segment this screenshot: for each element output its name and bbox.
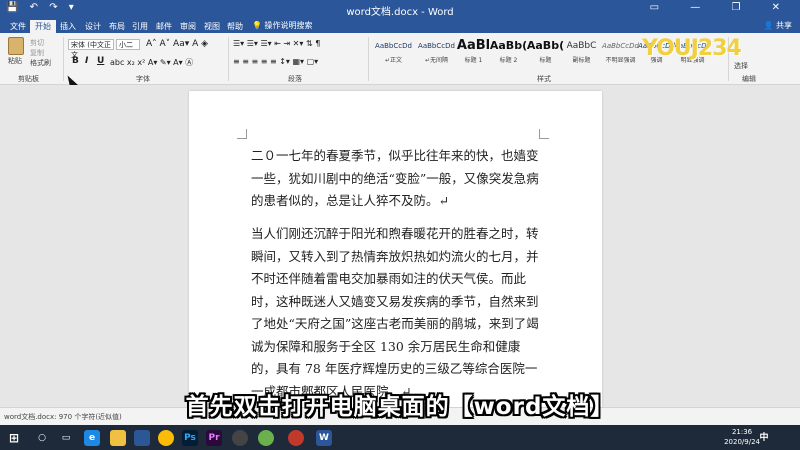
paste-icon[interactable] <box>8 37 24 55</box>
select-button[interactable]: 选择 <box>734 61 748 71</box>
paste-button[interactable]: 粘贴 <box>8 56 22 66</box>
group-divider <box>63 37 64 81</box>
style-subtitle[interactable]: AaBbC 副标题 <box>560 37 603 67</box>
tab-file[interactable]: 文件 <box>5 20 31 33</box>
group-divider <box>228 37 229 81</box>
paragraph-2[interactable]: 当人们刚还沉醉于阳光和煦春暖花开的胜春之时，转瞬间，又转入到了热情奔放炽热如灼流… <box>251 223 541 403</box>
italic-button[interactable]: I <box>85 56 88 66</box>
word-icon[interactable]: W <box>316 430 332 446</box>
document-area: 二０一七年的春夏季节，似乎比往年来的快，也嫱变一些，犹如川剧中的绝活“变脸”一般… <box>0 85 800 421</box>
style-normal[interactable]: AaBbCcDd ↵正文 <box>372 37 415 67</box>
taskbar: ⊞ ○ ▭ e Ps Pr W 中 21:36 2020/9/24 <box>0 425 800 450</box>
margin-corner-mark <box>237 129 247 139</box>
clock-time: 21:36 <box>731 428 753 436</box>
tab-design[interactable]: 设计 <box>80 20 106 33</box>
tab-insert[interactable]: 插入 <box>55 20 81 33</box>
list-buttons[interactable]: ☰▾ ☰▾ ☰▾ ⇤ ⇥ ✕▾ ⇅ ¶ <box>233 39 320 48</box>
chrome-icon[interactable] <box>158 430 174 446</box>
file-explorer-icon[interactable] <box>110 430 126 446</box>
tab-help[interactable]: 帮助 <box>222 20 248 33</box>
paragraph-1[interactable]: 二０一七年的春夏季节，似乎比往年来的快，也嫱变一些，犹如川剧中的绝活“变脸”一般… <box>251 145 541 213</box>
tab-home[interactable]: 开始 <box>30 20 56 33</box>
tell-me-search[interactable]: 💡 操作说明搜索 <box>252 20 313 31</box>
share-button[interactable]: 👤 共享 <box>763 20 792 31</box>
watermark-logo: YOUJ234 <box>642 36 742 61</box>
underline-button[interactable]: U <box>97 56 104 66</box>
camera-app-icon[interactable] <box>232 430 248 446</box>
tab-mailings[interactable]: 邮件 <box>151 20 177 33</box>
editing-group-label: 编辑 <box>742 75 756 83</box>
format-painter-button[interactable]: 格式刷 <box>30 58 51 68</box>
recorder-icon[interactable] <box>288 430 304 446</box>
windows-start-icon[interactable]: ⊞ <box>6 430 22 446</box>
store-icon[interactable] <box>134 430 150 446</box>
clock: 21:36 2020/9/24 <box>724 427 760 447</box>
font-name-select[interactable]: 宋体 (中文正文 <box>68 39 114 59</box>
video-subtitle: 首先双击打开电脑桌面的【word文档】 <box>185 394 615 420</box>
cut-button[interactable]: 剪切 <box>30 38 44 48</box>
edge-browser-icon[interactable]: e <box>84 430 100 446</box>
font-size-controls[interactable]: A˄ A˅ Aa▾ A ◈ <box>146 39 208 49</box>
tab-review[interactable]: 审阅 <box>175 20 201 33</box>
document-page[interactable]: 二０一七年的春夏季节，似乎比往年来的快，也嫱变一些，犹如川剧中的绝活“变脸”一般… <box>189 91 602 421</box>
styles-group-label: 样式 <box>537 75 551 83</box>
task-view-icon[interactable]: ▭ <box>58 430 74 446</box>
app-icon[interactable] <box>258 430 274 446</box>
premiere-icon[interactable]: Pr <box>206 430 222 446</box>
copy-button[interactable]: 复制 <box>30 48 44 58</box>
align-buttons[interactable]: ≡ ≡ ≡ ≡ ≡ ↕▾ ▦▾ ▢▾ <box>233 57 318 66</box>
bold-button[interactable]: B <box>72 56 79 66</box>
paragraph-group-label: 段落 <box>288 75 302 83</box>
font-effects[interactable]: abc x₂ x² A▾ ✎▾ A▾ Ⓐ <box>110 57 193 68</box>
clock-date: 2020/9/24 <box>724 438 760 446</box>
ribbon-tabs: 文件 开始 插入 设计 布局 引用 邮件 审阅 视图 帮助 💡 操作说明搜索 👤… <box>0 18 800 33</box>
font-group-label: 字体 <box>136 75 150 83</box>
title-bar: 💾 ↶ ↷ ▾ word文档.docx - Word ▭ — ❐ ✕ <box>0 0 800 18</box>
photoshop-icon[interactable]: Ps <box>182 430 198 446</box>
tab-references[interactable]: 引用 <box>127 20 153 33</box>
clipboard-group-label: 剪贴板 <box>18 75 39 83</box>
group-divider <box>368 37 369 81</box>
margin-corner-mark <box>539 129 549 139</box>
search-icon[interactable]: ○ <box>34 430 50 446</box>
window-controls[interactable]: ▭ — ❐ ✕ <box>650 2 794 13</box>
font-size-select[interactable]: 小二 <box>116 39 140 50</box>
